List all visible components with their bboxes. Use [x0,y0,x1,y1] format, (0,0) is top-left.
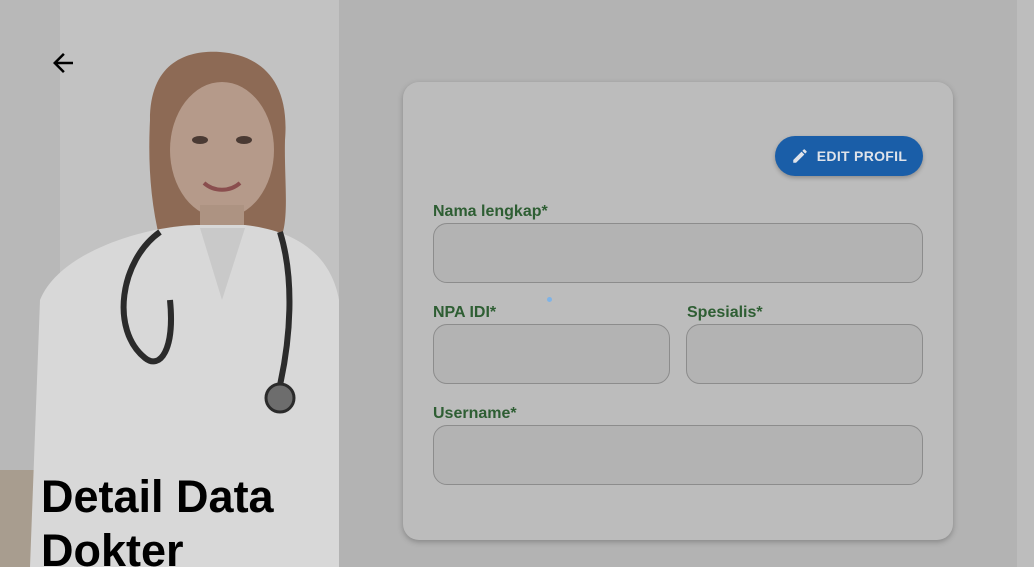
edit-profile-label: EDIT PROFIL [816,148,908,164]
cursor-indicator [547,297,552,302]
npa-idi-input[interactable] [433,324,670,384]
arrow-left-icon [53,53,73,73]
back-button[interactable] [48,48,86,86]
username-input[interactable] [433,425,923,485]
npa-idi-label: NPA IDI* [433,304,497,321]
specialist-label: Spesialis* [687,304,763,321]
page-title: Detail Data Dokter [41,471,274,567]
profile-card: EDIT PROFIL Nama lengkap* NPA IDI* Spesi… [403,82,953,540]
edit-profile-button[interactable]: EDIT PROFIL [775,136,923,176]
full-name-input[interactable] [433,223,923,283]
username-label: Username* [433,405,517,422]
specialist-input[interactable] [686,324,923,384]
full-name-label: Nama lengkap* [433,203,548,220]
pencil-icon [793,149,807,163]
scrollbar[interactable] [1017,0,1034,567]
hero-panel: Detail Data Dokter [0,0,339,567]
